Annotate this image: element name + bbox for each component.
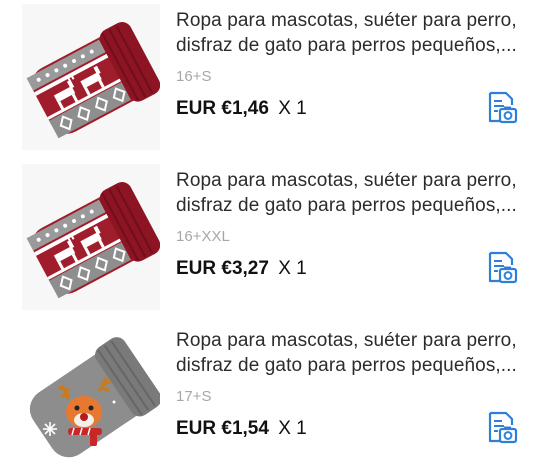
product-variant: 17+S — [176, 388, 212, 405]
product-title-line: disfraz de gato para perros pequeños,... — [176, 35, 517, 56]
product-price: EUR €1,46 — [176, 98, 269, 119]
product-title[interactable]: Ropa para mascotas, suéter para perro, d… — [176, 168, 520, 218]
gray-sweater-image — [22, 324, 160, 470]
red-sweater-image — [22, 164, 160, 310]
product-quantity: X 1 — [278, 418, 307, 439]
list-item[interactable]: Ropa para mascotas, suéter para perro, d… — [0, 162, 538, 312]
product-title-line: Ropa para mascotas, suéter para perro, — [176, 170, 517, 191]
product-price: EUR €1,54 — [176, 418, 269, 439]
receipt-camera-button[interactable] — [484, 90, 518, 126]
price-row: EUR €1,54 X 1 — [176, 418, 307, 440]
receipt-camera-button[interactable] — [484, 250, 518, 286]
receipt-camera-icon — [488, 411, 518, 444]
list-item[interactable]: Ropa para mascotas, suéter para perro, d… — [0, 2, 538, 152]
product-price: EUR €3,27 — [176, 258, 269, 279]
product-image[interactable] — [22, 4, 160, 150]
product-image[interactable] — [22, 164, 160, 310]
order-item-list: Ropa para mascotas, suéter para perro, d… — [0, 0, 538, 474]
list-item[interactable]: Ropa para mascotas, suéter para perro, d… — [0, 322, 538, 472]
receipt-camera-button[interactable] — [484, 410, 518, 446]
product-title-line: Ropa para mascotas, suéter para perro, — [176, 330, 517, 351]
price-row: EUR €1,46 X 1 — [176, 98, 307, 120]
product-title-line: disfraz de gato para perros pequeños,... — [176, 195, 517, 216]
product-variant: 16+XXL — [176, 228, 230, 245]
product-title[interactable]: Ropa para mascotas, suéter para perro, d… — [176, 8, 520, 58]
product-image[interactable] — [22, 324, 160, 470]
product-title[interactable]: Ropa para mascotas, suéter para perro, d… — [176, 328, 520, 378]
price-row: EUR €3,27 X 1 — [176, 258, 307, 280]
product-title-line: disfraz de gato para perros pequeños,... — [176, 355, 517, 376]
receipt-camera-icon — [488, 251, 518, 284]
red-sweater-image — [22, 4, 160, 150]
product-title-line: Ropa para mascotas, suéter para perro, — [176, 10, 517, 31]
product-quantity: X 1 — [278, 258, 307, 279]
receipt-camera-icon — [488, 91, 518, 124]
product-variant: 16+S — [176, 68, 212, 85]
product-quantity: X 1 — [278, 98, 307, 119]
